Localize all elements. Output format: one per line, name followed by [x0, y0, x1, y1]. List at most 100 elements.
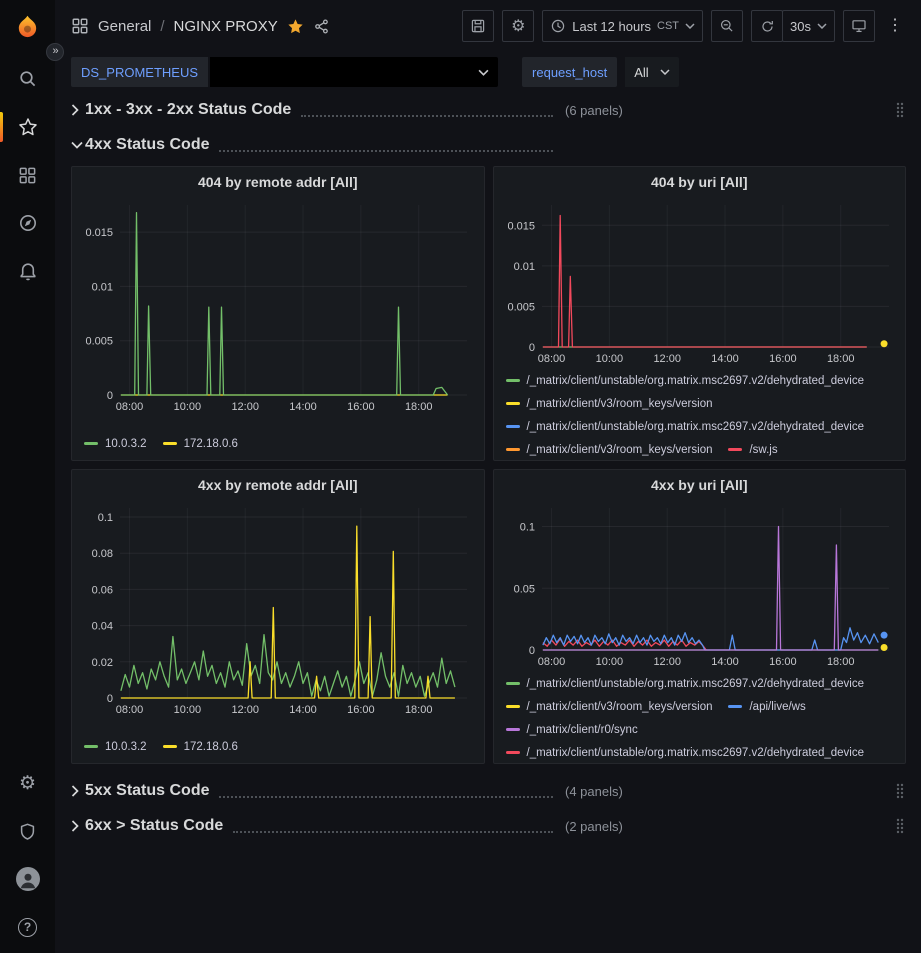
- var-request-host-label[interactable]: request_host: [522, 57, 617, 87]
- svg-text:10:00: 10:00: [174, 704, 202, 716]
- svg-text:08:00: 08:00: [538, 353, 566, 365]
- row-panel-count: (4 panels): [565, 784, 623, 799]
- row-leader-dots: [219, 139, 553, 152]
- refresh-button[interactable]: [751, 10, 783, 42]
- legend-item[interactable]: /_matrix/client/v3/room_keys/version: [506, 398, 713, 410]
- legend-label: /_matrix/client/v3/room_keys/version: [527, 701, 713, 713]
- sidebar: ⚙ ?: [0, 0, 55, 953]
- time-range-picker[interactable]: Last 12 hours CST: [542, 10, 703, 42]
- legend-item[interactable]: /_matrix/client/unstable/org.matrix.msc2…: [506, 375, 865, 387]
- breadcrumb-dashboard-title[interactable]: NGINX PROXY: [174, 18, 278, 35]
- chevron-down-icon: [660, 69, 670, 75]
- legend-item[interactable]: /_matrix/client/v3/room_keys/version: [506, 701, 713, 713]
- panel-title[interactable]: 4xx by uri [All]: [500, 470, 900, 500]
- chevron-right-icon: [71, 785, 85, 797]
- legend-label: /_matrix/client/unstable/org.matrix.msc2…: [527, 375, 865, 387]
- sidebar-item-starred[interactable]: [0, 103, 55, 151]
- legend-label: 10.0.3.2: [105, 438, 147, 450]
- svg-text:0.02: 0.02: [92, 657, 113, 669]
- monitor-icon: [851, 18, 867, 34]
- legend-item[interactable]: /_matrix/client/unstable/org.matrix.msc2…: [506, 678, 865, 690]
- dashboard-settings-button[interactable]: ⚙: [502, 10, 534, 42]
- panel-title[interactable]: 404 by remote addr [All]: [78, 167, 478, 197]
- request-host-value: All: [634, 65, 648, 80]
- sidebar-item-help[interactable]: ?: [0, 903, 55, 951]
- timeseries-chart[interactable]: 00.020.040.060.080.108:0010:0012:0014:00…: [78, 500, 477, 718]
- save-icon: [470, 18, 486, 34]
- sidebar-item-dashboards[interactable]: [0, 151, 55, 199]
- favorite-star-icon[interactable]: [287, 18, 304, 35]
- share-icon[interactable]: [313, 18, 330, 35]
- row-drag-handle-icon[interactable]: [896, 818, 906, 834]
- grafana-logo[interactable]: [14, 13, 42, 41]
- row-4xx-status-code[interactable]: 4xx Status Code: [71, 131, 906, 159]
- row-title: 5xx Status Code: [85, 782, 209, 800]
- svg-text:10:00: 10:00: [595, 656, 623, 668]
- svg-text:12:00: 12:00: [653, 656, 681, 668]
- legend-item[interactable]: 10.0.3.2: [84, 741, 147, 753]
- sidebar-item-configuration[interactable]: ⚙: [0, 759, 55, 807]
- gear-icon: ⚙: [19, 774, 36, 793]
- legend-item[interactable]: 10.0.3.2: [84, 438, 147, 450]
- timeseries-chart[interactable]: 00.050.108:0010:0012:0014:0016:0018:00: [500, 500, 899, 670]
- kebab-menu-icon[interactable]: ⋮: [883, 18, 907, 34]
- svg-text:14:00: 14:00: [711, 656, 739, 668]
- refresh-icon: [760, 19, 775, 34]
- save-dashboard-button[interactable]: [462, 10, 494, 42]
- panel-title[interactable]: 404 by uri [All]: [500, 167, 900, 197]
- svg-text:16:00: 16:00: [769, 656, 797, 668]
- legend-item[interactable]: /api/live/ws: [728, 701, 805, 713]
- zoom-out-button[interactable]: [711, 10, 743, 42]
- svg-text:08:00: 08:00: [116, 401, 144, 413]
- legend-item[interactable]: /sw.js: [728, 444, 777, 456]
- legend-swatch: [506, 728, 520, 731]
- legend-item[interactable]: 172.18.0.6: [163, 438, 238, 450]
- svg-text:16:00: 16:00: [769, 353, 797, 365]
- panel-title[interactable]: 4xx by remote addr [All]: [78, 470, 478, 500]
- refresh-interval-dropdown[interactable]: 30s: [782, 10, 835, 42]
- sidebar-item-profile[interactable]: [0, 855, 55, 903]
- legend-item[interactable]: /_matrix/client/unstable/org.matrix.msc2…: [506, 747, 865, 759]
- sidebar-item-alerting[interactable]: [0, 247, 55, 295]
- row-5xx-status-code[interactable]: 5xx Status Code (4 panels): [71, 777, 906, 805]
- datasource-select[interactable]: [210, 57, 498, 87]
- legend-swatch: [506, 425, 520, 428]
- sidebar-item-server-admin[interactable]: [0, 807, 55, 855]
- row-panel-count: (6 panels): [565, 103, 623, 118]
- panel-legend: 10.0.3.2 172.18.0.6: [78, 430, 478, 460]
- svg-text:16:00: 16:00: [347, 401, 375, 413]
- svg-text:0.005: 0.005: [86, 336, 114, 348]
- request-host-select[interactable]: All: [625, 57, 679, 87]
- row-6xx-status-code[interactable]: 6xx > Status Code (2 panels): [71, 812, 906, 840]
- apps-grid-icon[interactable]: [71, 17, 89, 35]
- row-drag-handle-icon[interactable]: [896, 102, 906, 118]
- svg-text:18:00: 18:00: [405, 704, 433, 716]
- timeseries-chart[interactable]: 00.0050.010.01508:0010:0012:0014:0016:00…: [78, 197, 477, 415]
- sidebar-item-search[interactable]: [0, 55, 55, 103]
- svg-text:0: 0: [107, 390, 113, 402]
- legend-item[interactable]: 172.18.0.6: [163, 741, 238, 753]
- grafana-dashboard-app: ⚙ ? » Gen: [0, 0, 921, 953]
- svg-text:0.1: 0.1: [519, 522, 534, 534]
- row-drag-handle-icon[interactable]: [896, 783, 906, 799]
- var-ds-prometheus-label[interactable]: DS_PROMETHEUS: [71, 57, 208, 87]
- tv-mode-button[interactable]: [843, 10, 875, 42]
- zoom-out-icon: [719, 18, 735, 34]
- svg-text:0.06: 0.06: [92, 584, 113, 596]
- legend-item[interactable]: /_matrix/client/v3/room_keys/version: [506, 444, 713, 456]
- legend-label: /_matrix/client/unstable/org.matrix.msc2…: [527, 747, 865, 759]
- refresh-interval-label: 30s: [790, 19, 811, 34]
- search-icon: [18, 69, 38, 89]
- panel-legend: /_matrix/client/unstable/org.matrix.msc2…: [500, 367, 900, 460]
- sidebar-expand-button[interactable]: »: [46, 43, 64, 61]
- sidebar-bottom-nav: ⚙ ?: [0, 759, 55, 953]
- svg-text:12:00: 12:00: [232, 704, 260, 716]
- breadcrumb-folder[interactable]: General: [98, 18, 151, 35]
- row-1xx-3xx-2xx-status-code[interactable]: 1xx - 3xx - 2xx Status Code (6 panels): [71, 96, 906, 124]
- legend-item[interactable]: /_matrix/client/unstable/org.matrix.msc2…: [506, 421, 865, 433]
- svg-text:0: 0: [529, 342, 535, 354]
- sidebar-item-explore[interactable]: [0, 199, 55, 247]
- legend-item[interactable]: /_matrix/client/r0/sync: [506, 724, 638, 736]
- refresh-group: 30s: [751, 10, 835, 42]
- timeseries-chart[interactable]: 00.0050.010.01508:0010:0012:0014:0016:00…: [500, 197, 899, 367]
